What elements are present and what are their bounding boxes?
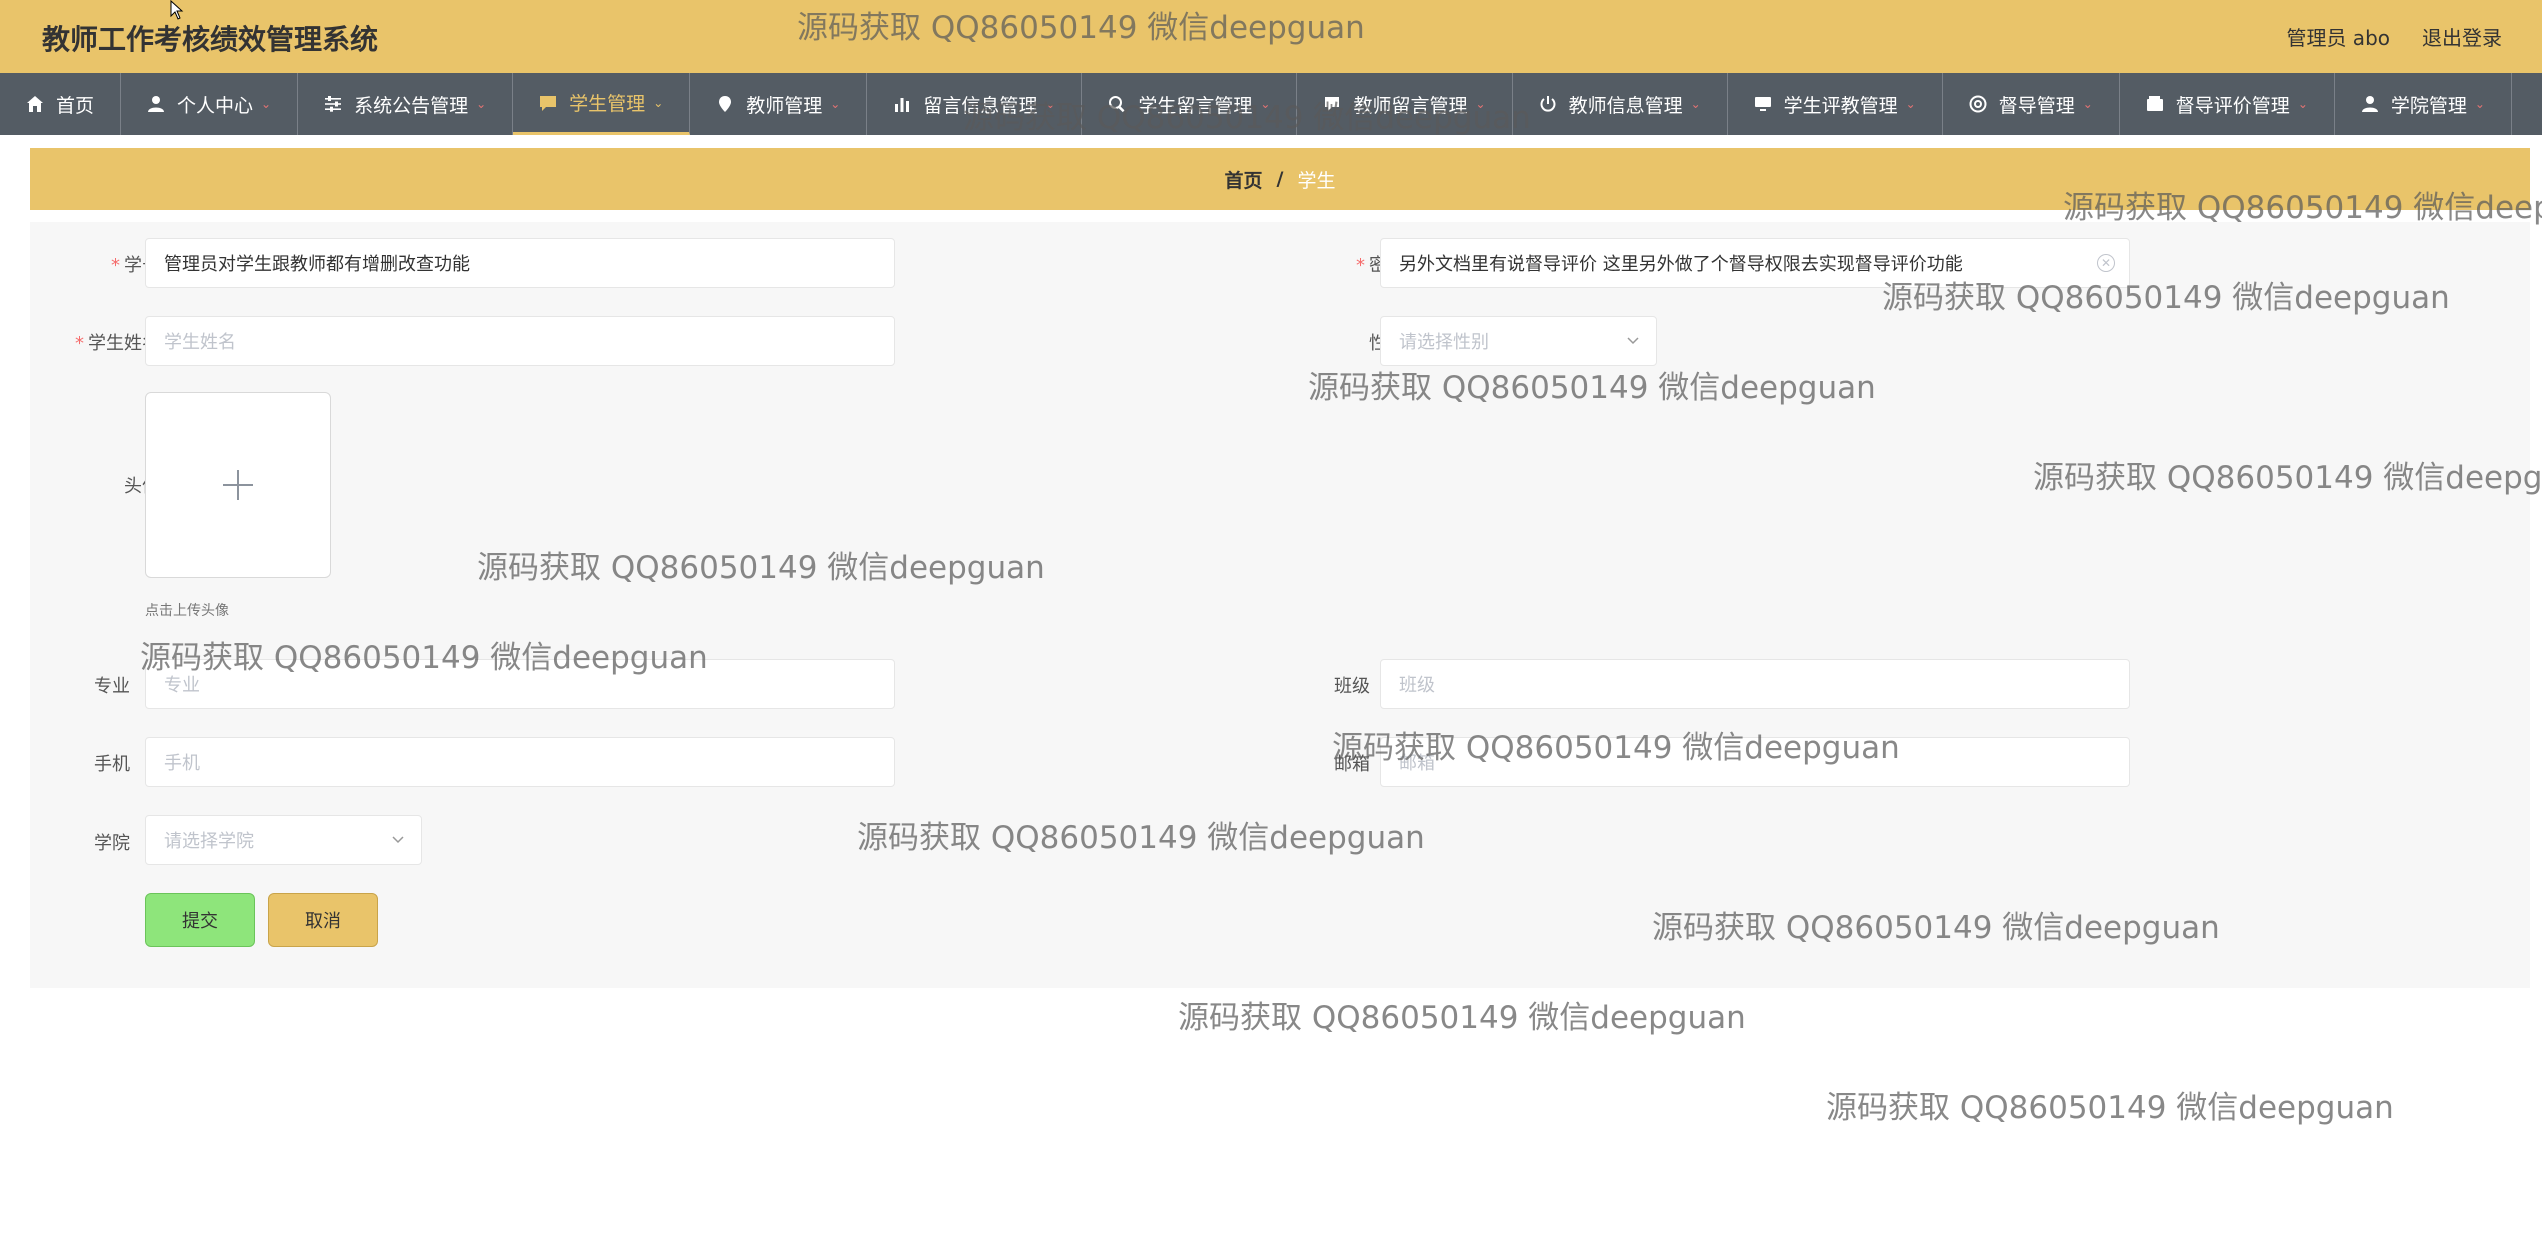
- class-input[interactable]: 班级: [1380, 659, 2130, 709]
- nav-item-label: 个人中心: [177, 94, 254, 117]
- watermark-text: 源码获取 QQ86050149 微信deepguan: [1332, 730, 1900, 766]
- chevron-down-icon: ⌄: [2082, 97, 2093, 111]
- watermark-text: 源码获取 QQ86050149 微信deepguan: [1882, 280, 2450, 316]
- watermark-text: 源码获取 QQ86050149 微信deepguan: [140, 640, 708, 676]
- nav-item-8[interactable]: 教师信息管理 ⌄: [1513, 73, 1728, 135]
- admin-user-label: 管理员 abo: [2286, 26, 2390, 50]
- student-id-input[interactable]: 管理员对学生跟教师都有增删改查功能: [145, 238, 895, 288]
- college-select[interactable]: 请选择学院: [145, 815, 422, 865]
- nav-item-3[interactable]: 学生管理 ⌄: [513, 73, 691, 135]
- nav-item-label: 学院管理: [2390, 94, 2467, 117]
- nav-item-label: 首页: [56, 94, 95, 117]
- bar-chart-icon: [893, 95, 911, 113]
- nav-item-0[interactable]: 首页: [0, 73, 122, 135]
- wallet-icon: [2146, 95, 2164, 113]
- chat-icon: [539, 94, 557, 112]
- nav-item-label: 教师信息管理: [1568, 94, 1683, 117]
- watermark-text: 源码获取 QQ86050149 微信deepguan: [1652, 910, 2220, 946]
- chevron-down-icon: ⌄: [653, 95, 664, 110]
- chevron-down-icon: ⌄: [2474, 97, 2485, 111]
- user-icon: [2361, 95, 2379, 113]
- chevron-down-icon: ⌄: [830, 97, 841, 111]
- nav-item-1[interactable]: 个人中心 ⌄: [121, 73, 299, 135]
- phone-label: 手机: [94, 754, 130, 775]
- monitor-icon: [1754, 95, 1772, 113]
- nav-item-9[interactable]: 学生评教管理 ⌄: [1728, 73, 1943, 135]
- watermark-text: 源码获取 QQ86050149 微信deepguan: [857, 820, 1425, 856]
- student-name-input[interactable]: 学生姓名: [145, 316, 895, 366]
- nav-item-label: 督导评价管理: [2175, 94, 2290, 117]
- chevron-down-icon: [1627, 337, 1639, 345]
- chevron-down-icon: ⌄: [1690, 97, 1701, 111]
- college-label: 学院: [94, 833, 130, 854]
- chevron-down-icon: ⌄: [2297, 97, 2308, 111]
- watermark-text: 源码获取 QQ86050149 微信deepguan: [2063, 190, 2542, 226]
- power-icon: [1539, 95, 1557, 113]
- gender-select[interactable]: 请选择性别: [1380, 316, 1657, 366]
- nav-item-label: 系统公告管理: [354, 94, 469, 117]
- avatar-upload[interactable]: [145, 392, 331, 578]
- plus-icon: [223, 470, 253, 500]
- nav-item-4[interactable]: 教师管理 ⌄: [690, 73, 868, 135]
- student-form: *学号 管理员对学生跟教师都有增删改查功能 *密码 另外文档里有说督导评价 这里…: [30, 222, 2530, 988]
- watermark-text: 源码获取 QQ86050149 微信deepguan: [963, 100, 1531, 136]
- header-actions: 管理员 abo 退出登录: [2286, 22, 2502, 51]
- help-circle-icon: [1969, 95, 1987, 113]
- user-icon: [147, 95, 165, 113]
- breadcrumb-separator: /: [1276, 168, 1284, 190]
- chevron-down-icon: ⌄: [1905, 97, 1916, 111]
- watermark-text: 源码获取 QQ86050149 微信deepguan: [1308, 370, 1876, 406]
- nav-item-12[interactable]: 学院管理 ⌄: [2335, 73, 2512, 135]
- app-title: 教师工作考核绩效管理系统: [42, 23, 379, 56]
- watermark-text: 源码获取 QQ86050149 微信deepguan: [1826, 1090, 2394, 1126]
- nav-item-10[interactable]: 督导管理 ⌄: [1943, 73, 2120, 135]
- nav-item-label: 督导管理: [1998, 94, 2075, 117]
- chevron-down-icon: ⌄: [261, 97, 272, 111]
- watermark-text: 源码获取 QQ86050149 微信deepguan: [477, 550, 1045, 586]
- watermark-text: 源码获取 QQ86050149 微信deepguan: [797, 10, 1365, 46]
- major-label: 专业: [94, 676, 130, 697]
- mouse-cursor-icon: [170, 0, 184, 20]
- location-icon: [716, 95, 734, 113]
- logout-link[interactable]: 退出登录: [2422, 22, 2502, 51]
- phone-input[interactable]: 手机: [145, 737, 895, 787]
- clear-icon[interactable]: ✕: [2097, 254, 2115, 272]
- nav-item-11[interactable]: 督导评价管理 ⌄: [2120, 73, 2335, 135]
- submit-button[interactable]: 提交: [145, 893, 255, 947]
- class-label: 班级: [1334, 676, 1370, 697]
- chevron-down-icon: ⌄: [476, 97, 487, 111]
- nav-item-label: 教师管理: [746, 94, 823, 117]
- nav-item-label: 学生评教管理: [1783, 94, 1898, 117]
- chevron-down-icon: [392, 836, 404, 844]
- student-name-label: * 学生姓名: [75, 333, 160, 354]
- nav-item-label: 学生管理: [569, 93, 646, 115]
- watermark-text: 源码获取 QQ86050149 微信deepguan: [2033, 460, 2542, 496]
- student-id-label: * 学号: [111, 255, 160, 276]
- avatar-upload-hint: 点击上传头像: [145, 603, 229, 619]
- breadcrumb-current: 学生: [1297, 169, 1336, 192]
- cancel-button[interactable]: 取消: [268, 893, 378, 947]
- nav-item-2[interactable]: 系统公告管理 ⌄: [298, 73, 514, 135]
- avatar-label: 头像: [124, 476, 160, 497]
- sliders-icon: [324, 95, 342, 113]
- watermark-text: 源码获取 QQ86050149 微信deepguan: [1178, 1000, 1746, 1036]
- home-icon: [26, 95, 44, 113]
- breadcrumb-home[interactable]: 首页: [1225, 166, 1263, 193]
